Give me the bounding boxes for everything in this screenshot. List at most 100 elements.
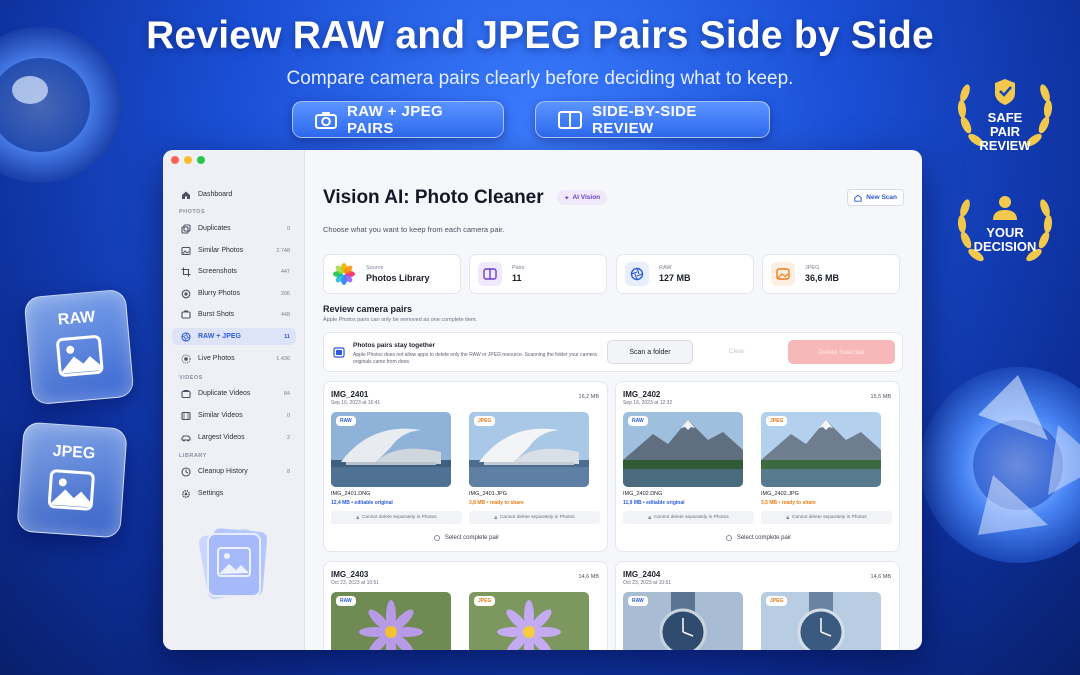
select-pair-option[interactable]: Select complete pair bbox=[616, 535, 901, 541]
sidebar-item-similar-videos[interactable]: Similar Videos 0 bbox=[172, 407, 296, 424]
video-duplicate-icon bbox=[181, 389, 191, 398]
jpeg-file-meta: 3,5 MB • ready to share bbox=[761, 500, 816, 506]
lens-decoration-icon bbox=[0, 27, 122, 183]
sidebar-item-blurry-photos[interactable]: Blurry Photos 206 bbox=[172, 285, 296, 302]
hero-subtitle: Compare camera pairs clearly before deci… bbox=[286, 68, 794, 89]
image-icon bbox=[771, 262, 795, 286]
lock-icon: 🔒︎ bbox=[648, 515, 651, 521]
delete-selected-button[interactable]: Delete Selected bbox=[788, 340, 895, 364]
photos-pair-icon bbox=[333, 347, 345, 358]
pair-card[interactable]: IMG_2401 Sep 16, 2023 at 16:41 16,2 MB R… bbox=[323, 381, 608, 552]
jpeg-thumbnail[interactable]: JPEG bbox=[761, 592, 881, 650]
sidebar-item-raw-jpeg[interactable]: RAW + JPEG 11 bbox=[172, 328, 296, 345]
pair-size: 14,6 MB bbox=[870, 574, 891, 580]
sidebar-item-label: Burst Shots bbox=[198, 311, 235, 318]
page-title: Vision AI: Photo Cleaner bbox=[323, 187, 544, 208]
raw-thumbnail[interactable]: RAW bbox=[331, 412, 451, 487]
close-window-button[interactable] bbox=[171, 156, 179, 164]
jpeg-tag: JPEG bbox=[474, 596, 496, 606]
pair-card[interactable]: IMG_2402 Sep 16, 2023 at 12:32 15,5 MB R… bbox=[615, 381, 900, 552]
sidebar-item-count: 2 bbox=[286, 434, 290, 441]
main-content: Vision AI: Photo Cleaner ✦ AI Vision New… bbox=[305, 150, 922, 650]
pair-card[interactable]: IMG_2403 Oct 23, 2023 at 10:51 14,6 MB R… bbox=[323, 561, 608, 650]
stat-label: Source bbox=[366, 265, 384, 271]
split-view-icon bbox=[558, 110, 582, 129]
sidebar-item-live-photos[interactable]: Live Photos 1.436 bbox=[172, 350, 296, 367]
raw-thumbnail[interactable]: RAW bbox=[623, 592, 743, 650]
aperture-icon bbox=[181, 331, 191, 342]
jpeg-tile-decoration: JPEG bbox=[16, 421, 128, 539]
clear-button[interactable]: Clear bbox=[729, 348, 745, 355]
image-icon bbox=[47, 469, 95, 511]
radio-icon[interactable] bbox=[433, 535, 440, 541]
raw-lock-note: 🔒︎ Cannot delete separately in Photos bbox=[331, 511, 462, 524]
sidebar-item-count: 11 bbox=[284, 333, 290, 340]
sidebar-item-label: Screenshots bbox=[198, 268, 237, 275]
sidebar-item-count: 8 bbox=[286, 468, 290, 475]
film-icon bbox=[181, 411, 191, 420]
jpeg-tag: JPEG bbox=[766, 416, 788, 426]
live-photo-icon bbox=[181, 354, 191, 363]
jpeg-file-name: IMG_2401.JPG bbox=[469, 491, 507, 497]
sidebar-item-cleanup-history[interactable]: Cleanup History 8 bbox=[172, 463, 296, 480]
sidebar: Dashboard PHOTOS Duplicates 0 Similar Ph… bbox=[163, 150, 305, 650]
sidebar-item-settings[interactable]: Settings bbox=[172, 485, 296, 502]
scan-folder-button[interactable]: Scan a folder bbox=[607, 340, 693, 364]
lock-note-text: Cannot delete separately in Photos bbox=[653, 515, 729, 520]
stat-raw: RAW 127 MB bbox=[616, 254, 754, 294]
crop-icon bbox=[181, 267, 191, 276]
badge-line: YOUR bbox=[986, 225, 1024, 240]
raw-tile-label: RAW bbox=[57, 308, 96, 329]
select-pair-option[interactable]: Select complete pair bbox=[324, 535, 609, 541]
new-scan-button[interactable]: New Scan bbox=[847, 189, 904, 206]
sidebar-item-count: 0 bbox=[286, 225, 290, 232]
lock-note-text: Cannot delete separately in Photos bbox=[361, 515, 437, 520]
sidebar-item-screenshots[interactable]: Screenshots 447 bbox=[172, 263, 296, 280]
sidebar-item-similar-photos[interactable]: Similar Photos 2.748 bbox=[172, 242, 296, 259]
photos-stack-illustration-icon bbox=[198, 528, 268, 600]
history-icon bbox=[181, 466, 191, 477]
zoom-window-button[interactable] bbox=[197, 156, 205, 164]
pill-label: RAW + JPEG PAIRS bbox=[347, 102, 444, 137]
pair-date: Oct 23, 2023 at 10:51 bbox=[331, 580, 380, 586]
sidebar-item-duplicate-videos[interactable]: Duplicate Videos 84 bbox=[172, 385, 296, 402]
stat-jpeg: JPEG 36,6 MB bbox=[762, 254, 900, 294]
pair-name: IMG_2401 bbox=[331, 390, 369, 399]
section-subtitle: Apple Photos pairs can only be removed a… bbox=[323, 317, 478, 323]
sidebar-item-dashboard[interactable]: Dashboard bbox=[172, 186, 296, 203]
jpeg-thumbnail[interactable]: JPEG bbox=[761, 412, 881, 487]
sidebar-item-label: Blurry Photos bbox=[198, 290, 241, 297]
notice-title: Photos pairs stay together bbox=[353, 342, 435, 349]
window-controls bbox=[171, 156, 205, 164]
jpeg-thumbnail[interactable]: JPEG bbox=[469, 592, 589, 650]
home-icon bbox=[182, 191, 190, 199]
sidebar-section-videos: VIDEOS bbox=[179, 375, 203, 381]
minimize-window-button[interactable] bbox=[184, 156, 192, 164]
raw-thumbnail[interactable]: RAW bbox=[623, 412, 743, 487]
raw-file-meta: 11,9 MB • editable original bbox=[623, 500, 685, 506]
lock-icon: 🔒︎ bbox=[786, 515, 789, 521]
sidebar-item-largest-videos[interactable]: Largest Videos 2 bbox=[172, 429, 296, 446]
stat-label: RAW bbox=[659, 265, 672, 271]
notice-description: Apple Photos does not allow apps to dele… bbox=[353, 352, 597, 365]
sidebar-item-label: Dashboard bbox=[198, 191, 233, 198]
badge-line: SAFE bbox=[987, 110, 1023, 125]
pair-name: IMG_2403 bbox=[331, 570, 369, 579]
radio-icon[interactable] bbox=[725, 535, 732, 541]
raw-file-meta: 12,4 MB • editable original bbox=[331, 500, 393, 506]
badge-line: PAIR bbox=[989, 124, 1021, 139]
pair-card[interactable]: IMG_2404 Oct 23, 2023 at 10:51 14,6 MB R… bbox=[615, 561, 900, 650]
duplicate-icon bbox=[181, 223, 191, 234]
photos-app-icon bbox=[333, 263, 355, 285]
sidebar-item-burst-shots[interactable]: Burst Shots 448 bbox=[172, 306, 296, 323]
page-subtitle: Choose what you want to keep from each c… bbox=[323, 225, 505, 234]
raw-tag: RAW bbox=[336, 416, 356, 426]
raw-thumbnail[interactable]: RAW bbox=[331, 592, 451, 650]
sidebar-section-photos: PHOTOS bbox=[179, 209, 206, 215]
your-decision-badge: YOUR DECISION bbox=[950, 180, 1060, 280]
sidebar-item-duplicates[interactable]: Duplicates 0 bbox=[172, 220, 296, 237]
sidebar-item-label: Similar Videos bbox=[198, 412, 243, 419]
jpeg-thumbnail[interactable]: JPEG bbox=[469, 412, 589, 487]
sidebar-item-label: Settings bbox=[198, 490, 224, 497]
jpeg-lock-note: 🔒︎ Cannot delete separately in Photos bbox=[761, 511, 892, 524]
